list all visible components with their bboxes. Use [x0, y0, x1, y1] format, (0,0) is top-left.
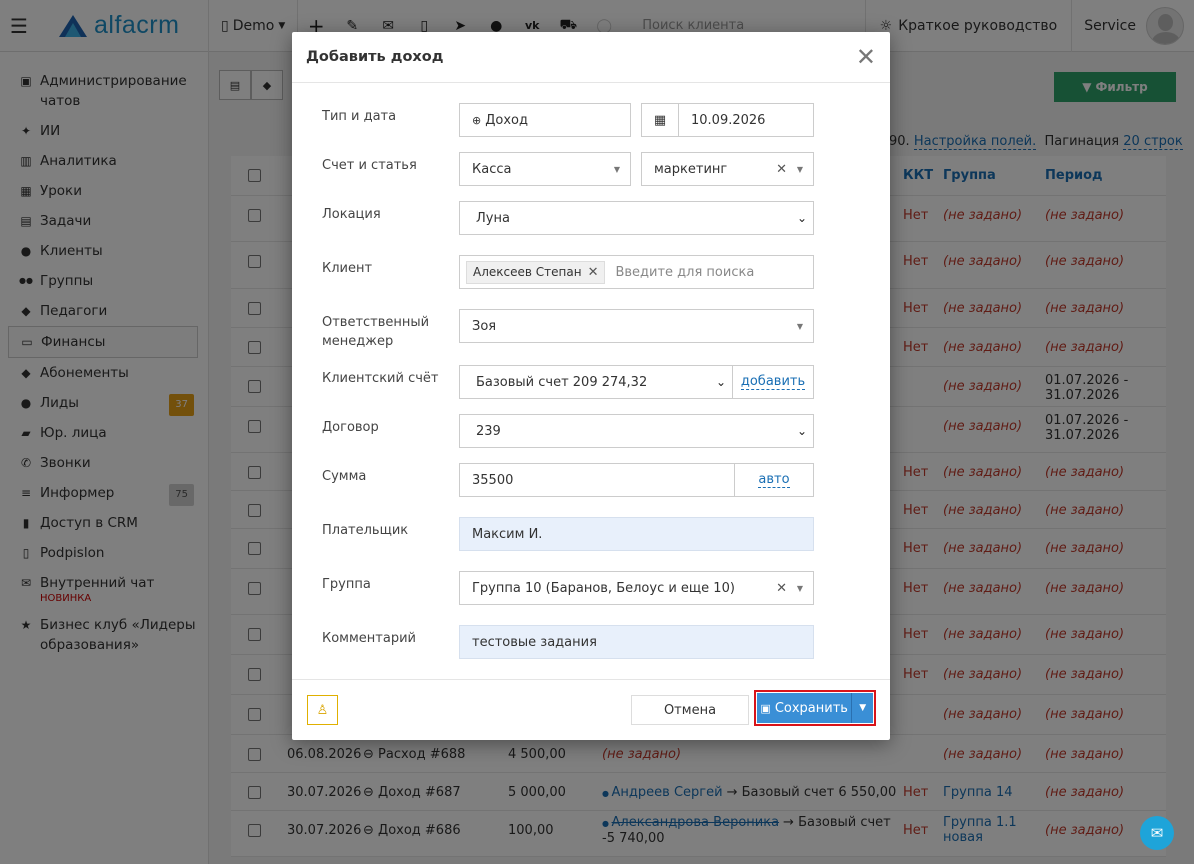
auto-sum-button[interactable]: авто — [734, 463, 814, 497]
manager-select[interactable]: Зоя ▼ — [459, 309, 814, 343]
add-account-button[interactable]: добавить — [732, 365, 814, 399]
flask-icon[interactable]: ♙ — [307, 695, 338, 725]
client-search-placeholder[interactable]: Введите для поиска — [615, 265, 754, 280]
remove-tag-icon[interactable]: ✕ — [588, 265, 599, 280]
save-button-group: ▣ Сохранить ▼ — [754, 690, 876, 726]
label-account: Счет и статья — [322, 158, 417, 173]
label-payer: Плательщик — [322, 523, 409, 538]
account-select[interactable]: Касса ▼ — [459, 152, 631, 186]
save-button[interactable]: ▣ Сохранить — [757, 693, 852, 723]
save-dropdown-toggle[interactable]: ▼ — [851, 693, 873, 723]
cancel-button[interactable]: Отмена — [631, 695, 749, 725]
floppy-icon: ▣ — [760, 701, 771, 715]
label-location: Локация — [322, 207, 381, 222]
caret-down-icon: ▼ — [796, 321, 803, 331]
calendar-icon[interactable]: ▦ — [641, 103, 679, 137]
location-select[interactable]: Луна ⌄ — [459, 201, 814, 235]
modal-title: Добавить доход — [306, 49, 444, 65]
group-select[interactable]: Группа 10 (Баранов, Белоус и еще 10) ✕ ▼ — [459, 571, 814, 605]
caret-down-icon: ▼ — [613, 164, 620, 174]
income-icon: ⊕ — [472, 113, 482, 127]
payer-input[interactable]: Максим И. — [459, 517, 814, 551]
label-type-date: Тип и дата — [322, 109, 397, 124]
label-contract: Договор — [322, 420, 379, 435]
close-icon[interactable]: ✕ — [856, 45, 876, 69]
clear-icon[interactable]: ✕ — [776, 162, 787, 177]
date-input[interactable]: 10.09.2026 — [678, 103, 814, 137]
chat-bubble-icon[interactable]: ✉ — [1140, 816, 1174, 850]
caret-down-icon: ▼ — [796, 583, 803, 593]
client-select[interactable]: Алексеев Степан ✕ Введите для поиска — [459, 255, 814, 289]
article-select[interactable]: маркетинг ✕ ▼ — [641, 152, 814, 186]
client-account-select[interactable]: Базовый счет 209 274,32 ⌄ — [459, 365, 733, 399]
clear-icon[interactable]: ✕ — [776, 581, 787, 596]
type-field[interactable]: ⊕ Доход — [459, 103, 631, 137]
label-client-account: Клиентский счёт — [322, 371, 439, 386]
chevron-down-icon: ⌄ — [796, 424, 807, 438]
label-group: Группа — [322, 577, 371, 592]
modal-footer: ♙ Отмена ▣ Сохранить ▼ — [292, 679, 890, 740]
label-sum: Сумма — [322, 469, 367, 484]
label-comment: Комментарий — [322, 631, 416, 646]
add-income-modal: Добавить доход ✕ Тип и дата ⊕ Доход ▦ 10… — [292, 32, 890, 740]
sum-input[interactable]: 35500 — [459, 463, 735, 497]
label-client: Клиент — [322, 261, 373, 276]
label-manager: Ответственный менеджер — [322, 315, 430, 349]
caret-down-icon: ▼ — [796, 164, 803, 174]
chevron-down-icon: ⌄ — [796, 211, 807, 225]
comment-input[interactable]: тестовые задания — [459, 625, 814, 659]
contract-select[interactable]: 239 ⌄ — [459, 414, 814, 448]
chevron-down-icon: ⌄ — [715, 375, 726, 389]
client-tag: Алексеев Степан ✕ — [466, 260, 606, 284]
